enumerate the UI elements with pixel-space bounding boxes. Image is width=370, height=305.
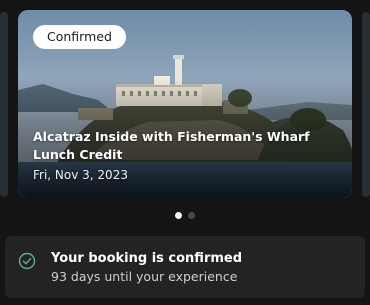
days-until-experience: 93 days until your experience [51,269,238,284]
carousel-pagination [0,212,370,219]
next-card-peek[interactable] [362,12,370,197]
carousel-dot-2[interactable] [188,212,195,219]
previous-card-peek[interactable] [0,12,8,197]
confirmation-title: Your booking is confirmed [51,251,243,266]
booking-confirmation-banner: Your booking is confirmed 93 days until … [5,236,365,298]
activity-title: Alcatraz Inside with Fisherman's Wharf L… [33,129,310,162]
check-circle-icon [18,252,36,270]
activity-date: Fri, Nov 3, 2023 [33,168,128,182]
carousel-dot-1[interactable] [175,212,182,219]
booking-card[interactable]: Confirmed Alcatraz Inside with Fisherman… [18,10,352,198]
status-badge: Confirmed [33,25,126,49]
